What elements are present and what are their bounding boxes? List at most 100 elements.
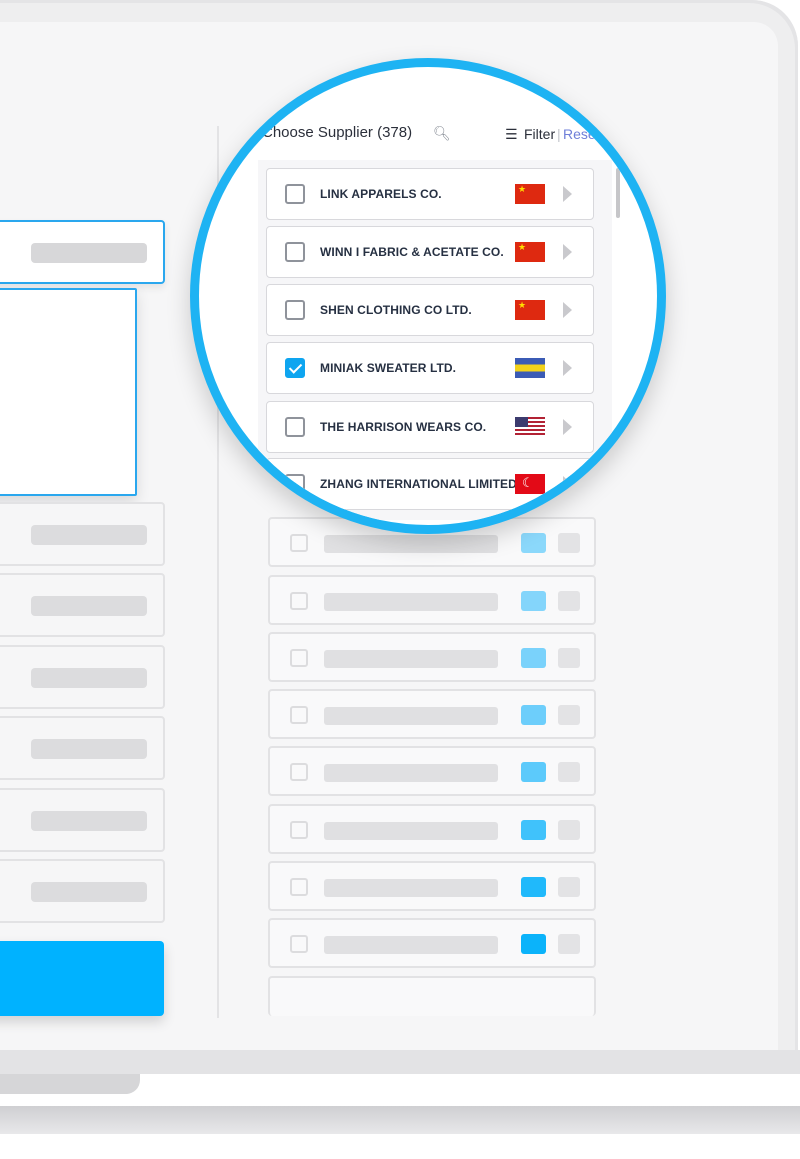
flag-canton (515, 417, 528, 427)
flag-placeholder-icon (521, 705, 546, 725)
field-placeholder (31, 668, 147, 688)
checkbox[interactable] (290, 592, 308, 610)
form-field[interactable] (0, 859, 165, 923)
form-field[interactable] (0, 645, 165, 709)
supplier-name: MINIAK SWEATER LTD. (320, 361, 457, 375)
supplier-row[interactable]: SHEN CLOTHING CO LTD. ★ (266, 284, 594, 336)
flag-placeholder-icon (521, 648, 546, 668)
arrow-placeholder-icon (558, 591, 580, 611)
arrow-placeholder-icon (558, 705, 580, 725)
checkbox[interactable] (290, 878, 308, 896)
separator: | (557, 126, 561, 142)
magnifier-lens: Choose Supplier (378) 🔍︎ ☰ Filter | Rese… (190, 58, 666, 534)
name-placeholder (324, 936, 498, 954)
checkbox[interactable] (290, 706, 308, 724)
supplier-row[interactable]: MINIAK SWEATER LTD. (266, 342, 594, 394)
filter-button[interactable]: Filter (524, 126, 555, 142)
supplier-row[interactable]: LINK APPARELS CO. ★ (266, 168, 594, 220)
arrow-placeholder-icon (558, 762, 580, 782)
supplier-checkbox-checked[interactable] (285, 358, 305, 378)
supplier-name: SHEN CLOTHING CO LTD. (320, 303, 472, 317)
flag-placeholder-icon (521, 591, 546, 611)
laptop-base (0, 1106, 800, 1134)
supplier-row-placeholder[interactable] (268, 575, 596, 625)
arrow-placeholder-icon (558, 877, 580, 897)
field-placeholder (31, 739, 147, 759)
flag-placeholder-icon (521, 762, 546, 782)
arrow-placeholder-icon (558, 533, 580, 553)
checkbox[interactable] (290, 649, 308, 667)
arrow-placeholder-icon (558, 820, 580, 840)
supplier-row-placeholder[interactable] (268, 632, 596, 682)
name-placeholder (324, 764, 498, 782)
usa-flag-icon (515, 417, 545, 437)
supplier-checkbox[interactable] (285, 474, 305, 494)
search-icon[interactable]: 🔍︎ (433, 125, 451, 142)
chevron-right-icon[interactable] (563, 419, 572, 435)
supplier-row[interactable]: WINN I FABRIC & ACETATE CO. ★ (266, 226, 594, 278)
name-placeholder (324, 822, 498, 840)
submit-button[interactable] (0, 941, 164, 1016)
supplier-row[interactable]: ZHANG INTERNATIONAL LIMITED ☾ (266, 458, 594, 510)
field-placeholder (31, 811, 147, 831)
star-icon: ★ (518, 242, 527, 252)
supplier-checkbox[interactable] (285, 300, 305, 320)
star-icon: ★ (518, 184, 527, 194)
laptop-foot (0, 1074, 140, 1094)
china-flag-icon: ★ (515, 300, 545, 320)
crescent-icon: ☾ (522, 475, 534, 490)
checkbox[interactable] (290, 763, 308, 781)
flag-placeholder-icon (521, 533, 546, 553)
form-field[interactable] (0, 788, 165, 852)
flag-placeholder-icon (521, 934, 546, 954)
name-placeholder (324, 593, 498, 611)
supplier-name: LINK APPARELS CO. (320, 187, 442, 201)
supplier-checkbox[interactable] (285, 184, 305, 204)
arrow-placeholder-icon (558, 648, 580, 668)
supplier-row-placeholder[interactable] (268, 689, 596, 739)
name-placeholder (324, 535, 498, 553)
supplier-name: ZHANG INTERNATIONAL LIMITED (320, 477, 517, 491)
supplier-name: THE HARRISON WEARS CO. (320, 420, 487, 434)
field-placeholder (31, 243, 147, 263)
supplier-checkbox[interactable] (285, 242, 305, 262)
supplier-row-placeholder[interactable] (268, 746, 596, 796)
laptop-lip (0, 1050, 800, 1074)
chevron-right-icon[interactable] (563, 186, 572, 202)
chevron-right-icon[interactable] (563, 302, 572, 318)
form-field[interactable] (0, 502, 165, 566)
china-flag-icon: ★ (515, 242, 545, 262)
filter-icon[interactable]: ☰ (505, 126, 518, 143)
supplier-checkbox[interactable] (285, 417, 305, 437)
field-placeholder (31, 882, 147, 902)
supplier-name: WINN I FABRIC & ACETATE CO. (320, 245, 504, 259)
supplier-row-placeholder[interactable] (268, 976, 596, 1016)
turkey-flag-icon: ☾ (515, 474, 545, 494)
star-icon: ★ (518, 300, 527, 310)
form-field[interactable] (0, 716, 165, 780)
checkbox[interactable] (290, 821, 308, 839)
active-select-field[interactable] (0, 220, 165, 284)
supplier-row[interactable]: THE HARRISON WEARS CO. (266, 401, 594, 453)
checkbox[interactable] (290, 935, 308, 953)
dropdown-panel[interactable] (0, 288, 137, 496)
scrollbar[interactable] (616, 168, 620, 218)
field-placeholder (31, 525, 147, 545)
supplier-row-placeholder[interactable] (268, 918, 596, 968)
flag-placeholder-icon (521, 820, 546, 840)
reset-link[interactable]: Reset (563, 126, 600, 142)
name-placeholder (324, 707, 498, 725)
checkbox[interactable] (290, 534, 308, 552)
chevron-right-icon[interactable] (563, 360, 572, 376)
blue-yellow-flag-icon (515, 358, 545, 378)
name-placeholder (324, 879, 498, 897)
supplier-row-placeholder[interactable] (268, 804, 596, 854)
form-field[interactable] (0, 573, 165, 637)
arrow-placeholder-icon (558, 934, 580, 954)
china-flag-icon: ★ (515, 184, 545, 204)
chevron-right-icon[interactable] (563, 476, 572, 492)
name-placeholder (324, 650, 498, 668)
chevron-right-icon[interactable] (563, 244, 572, 260)
field-placeholder (31, 596, 147, 616)
supplier-row-placeholder[interactable] (268, 861, 596, 911)
